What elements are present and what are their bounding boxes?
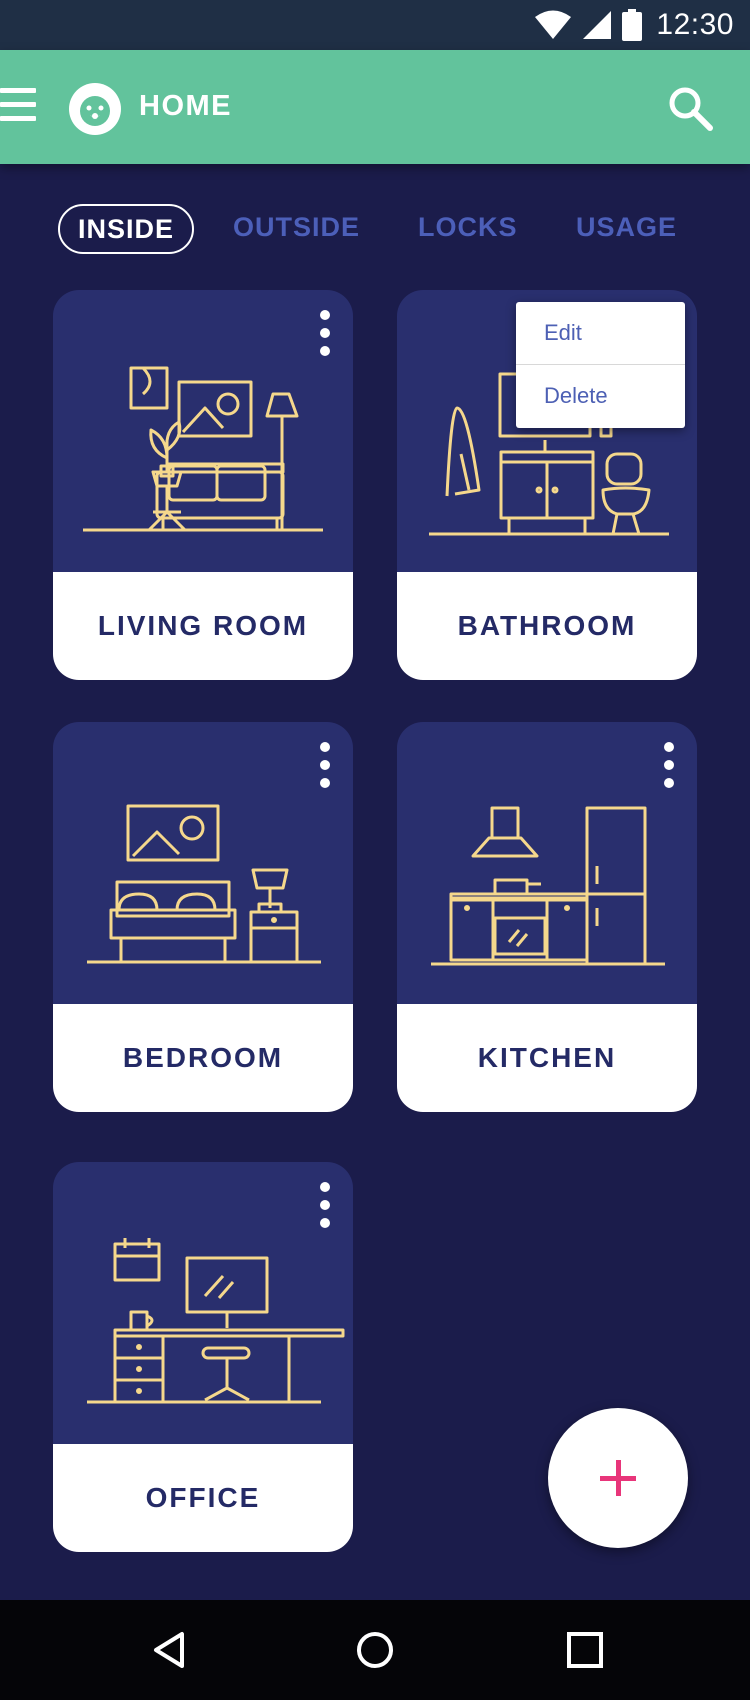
wifi-icon <box>535 10 572 39</box>
bedroom-illustration <box>87 804 321 964</box>
status-time: 12:30 <box>656 8 734 41</box>
recents-icon[interactable] <box>563 1628 607 1672</box>
room-name: BATHROOM <box>397 572 697 680</box>
card-art <box>53 1162 353 1444</box>
delete-menu-item[interactable]: Delete <box>516 364 685 427</box>
tab-inside[interactable]: INSIDE <box>58 204 195 254</box>
card-art <box>53 290 353 572</box>
card-art <box>397 722 697 1004</box>
room-card-kitchen[interactable]: KITCHEN <box>397 722 697 1112</box>
kitchen-illustration <box>431 806 665 966</box>
room-name: BEDROOM <box>53 1004 353 1112</box>
search-icon[interactable] <box>666 84 714 132</box>
cell-signal-icon <box>583 11 612 39</box>
room-card-living-room[interactable]: LIVING ROOM <box>53 290 353 680</box>
more-options-icon[interactable] <box>309 740 341 790</box>
tab-locks[interactable]: LOCKS <box>418 204 518 250</box>
status-icons: 12:30 <box>534 0 734 50</box>
status-bar: 12:30 <box>0 0 750 50</box>
tab-usage[interactable]: USAGE <box>576 204 677 250</box>
room-tabs: INSIDE OUTSIDE LOCKS USAGE <box>0 200 750 256</box>
context-menu: Edit Delete <box>516 302 685 428</box>
room-name: LIVING ROOM <box>53 572 353 680</box>
menu-icon[interactable] <box>0 88 36 124</box>
tab-outside[interactable]: OUTSIDE <box>233 204 360 250</box>
card-art <box>53 722 353 1004</box>
add-room-button[interactable] <box>548 1408 688 1548</box>
more-options-icon[interactable] <box>309 1180 341 1230</box>
room-name: KITCHEN <box>397 1004 697 1112</box>
navigation-bar <box>0 1600 750 1700</box>
app-bar: HOME <box>0 50 750 164</box>
room-card-office[interactable]: OFFICE <box>53 1162 353 1552</box>
edit-menu-item[interactable]: Edit <box>516 302 685 364</box>
back-icon[interactable] <box>148 1628 192 1672</box>
app-title: HOME <box>139 90 232 122</box>
lion-logo-icon <box>69 83 121 135</box>
more-options-icon[interactable] <box>309 308 341 358</box>
battery-icon <box>622 9 643 41</box>
plus-icon <box>600 1460 636 1496</box>
room-name: OFFICE <box>53 1444 353 1552</box>
home-icon[interactable] <box>353 1628 397 1672</box>
more-options-icon[interactable] <box>653 740 685 790</box>
office-illustration <box>87 1238 345 1404</box>
room-card-bedroom[interactable]: BEDROOM <box>53 722 353 1112</box>
living-room-illustration <box>83 366 323 532</box>
